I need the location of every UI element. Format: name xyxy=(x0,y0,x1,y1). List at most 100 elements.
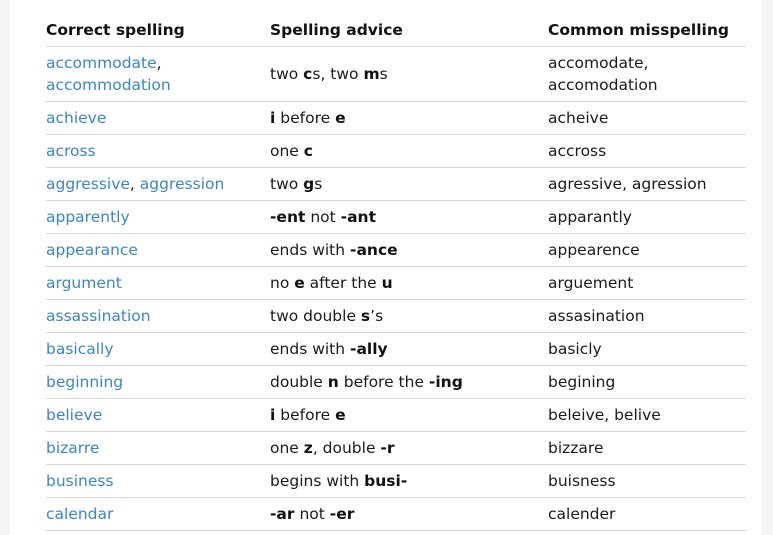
spelling-table: Correct spelling Spelling advice Common … xyxy=(46,0,746,531)
advice-text: ’s xyxy=(370,306,384,325)
table-row: accommodate, accommodation two cs, two ms a… xyxy=(46,46,746,102)
advice-emphasis: -er xyxy=(329,504,355,523)
correct-spelling-cell: believe xyxy=(46,398,270,432)
common-misspelling-cell: bizzare xyxy=(548,431,746,465)
advice-emphasis: -ally xyxy=(350,339,388,358)
correct-spelling-link[interactable]: appearance xyxy=(46,241,138,259)
correct-spelling-link[interactable]: assassination xyxy=(46,307,151,325)
advice-text: two xyxy=(270,64,304,83)
advice-text: , double xyxy=(312,438,381,457)
spelling-advice-cell: begins with busi- xyxy=(270,464,548,498)
correct-spelling-cell: business xyxy=(46,464,270,498)
advice-text: before xyxy=(275,405,336,424)
correct-spelling-cell: argument xyxy=(46,266,270,300)
table-row: achieve i before e acheive xyxy=(46,101,746,135)
spelling-advice-cell: i before e xyxy=(270,398,548,432)
spelling-advice-cell: double n before the -ing xyxy=(270,365,548,399)
correct-spelling-link[interactable]: believe xyxy=(46,406,102,424)
common-misspelling-cell: accomodate, accomodation xyxy=(548,46,746,102)
table-row: bizarre one z, double -r bizzare xyxy=(46,431,746,465)
advice-text: not xyxy=(305,207,341,226)
table-row: calendar -ar not -er calender xyxy=(46,497,746,531)
advice-emphasis: -ant xyxy=(340,207,376,226)
advice-emphasis: -ance xyxy=(350,240,398,259)
correct-spelling-cell: apparently xyxy=(46,200,270,234)
table-row: business begins with busi-buisness xyxy=(46,464,746,498)
advice-text: one xyxy=(270,141,304,160)
common-misspelling-cell: arguement xyxy=(548,266,746,300)
separator: , xyxy=(129,174,135,193)
common-misspelling-cell: accross xyxy=(548,134,746,168)
advice-emphasis: -ar xyxy=(270,504,295,523)
advice-emphasis: -ent xyxy=(270,207,306,226)
common-misspelling-cell: acheive xyxy=(548,101,746,135)
correct-spelling-cell: calendar xyxy=(46,497,270,531)
advice-emphasis: c xyxy=(303,64,313,83)
correct-spelling-link[interactable]: calendar xyxy=(46,505,113,523)
advice-emphasis: e xyxy=(335,405,346,424)
correct-spelling-link[interactable]: achieve xyxy=(46,109,106,127)
header-correct-spelling: Correct spelling xyxy=(46,0,270,47)
spelling-advice-cell: two cs, two ms xyxy=(270,46,548,102)
spelling-advice-cell: one c xyxy=(270,134,548,168)
advice-emphasis: u xyxy=(381,273,393,292)
table-row: across one c accross xyxy=(46,134,746,168)
advice-text: double xyxy=(270,372,328,391)
advice-text: after the xyxy=(304,273,382,292)
advice-emphasis: busi- xyxy=(364,471,408,490)
common-misspelling-cell: calender xyxy=(548,497,746,531)
table-row: beginning double n before the -ing beginin… xyxy=(46,365,746,399)
content-card: Correct spelling Spelling advice Common … xyxy=(10,0,762,535)
correct-spelling-cell: bizarre xyxy=(46,431,270,465)
spelling-advice-cell: i before e xyxy=(270,101,548,135)
advice-text: begins with xyxy=(270,471,365,490)
correct-spelling-link[interactable]: business xyxy=(46,472,114,490)
advice-text: two double xyxy=(270,306,361,325)
page: Correct spelling Spelling advice Common … xyxy=(0,0,773,535)
header-spelling-advice: Spelling advice xyxy=(270,0,548,47)
table-row: argument no e after the u arguement xyxy=(46,266,746,300)
correct-spelling-link[interactable]: across xyxy=(46,142,96,160)
advice-emphasis: c xyxy=(303,141,313,160)
common-misspelling-cell: agressive, agression xyxy=(548,167,746,201)
advice-text: before xyxy=(275,108,336,127)
spelling-advice-cell: no e after the u xyxy=(270,266,548,300)
advice-emphasis: s xyxy=(360,306,371,325)
advice-text: s, two xyxy=(312,64,364,83)
correct-spelling-link[interactable]: aggressive xyxy=(46,175,130,193)
common-misspelling-cell: beleive, belive xyxy=(548,398,746,432)
correct-spelling-cell: basically xyxy=(46,332,270,366)
advice-text: ends with xyxy=(270,240,351,259)
correct-spelling-link[interactable]: apparently xyxy=(46,208,130,226)
advice-emphasis: -ing xyxy=(428,372,463,391)
spelling-advice-cell: ends with -ance xyxy=(270,233,548,267)
advice-emphasis: e xyxy=(335,108,346,127)
correct-spelling-link[interactable]: beginning xyxy=(46,373,123,391)
advice-text: no xyxy=(270,273,295,292)
correct-spelling-link[interactable]: basically xyxy=(46,340,114,358)
spelling-advice-cell: one z, double -r xyxy=(270,431,548,465)
advice-text: before the xyxy=(338,372,429,391)
common-misspelling-cell: assasination xyxy=(548,299,746,333)
correct-spelling-link[interactable]: argument xyxy=(46,274,122,292)
correct-spelling-link[interactable]: aggression xyxy=(140,175,225,193)
advice-emphasis: m xyxy=(363,64,380,83)
correct-spelling-cell: aggressive, aggression xyxy=(46,167,270,201)
correct-spelling-link[interactable]: accommodation xyxy=(46,76,171,94)
correct-spelling-cell: appearance xyxy=(46,233,270,267)
spelling-advice-cell: -ar not -er xyxy=(270,497,548,531)
common-misspelling-cell: buisness xyxy=(548,464,746,498)
advice-emphasis: n xyxy=(327,372,339,391)
common-misspelling-cell: basicly xyxy=(548,332,746,366)
header-common-misspelling: Common misspelling xyxy=(548,0,746,47)
advice-emphasis: g xyxy=(303,174,315,193)
common-misspelling-cell: apparantly xyxy=(548,200,746,234)
correct-spelling-link[interactable]: bizarre xyxy=(46,439,99,457)
advice-emphasis: e xyxy=(294,273,305,292)
advice-text: s xyxy=(314,174,323,193)
table-row: appearance ends with -ance appearence xyxy=(46,233,746,267)
correct-spelling-link[interactable]: accommodate xyxy=(46,54,157,72)
correct-spelling-cell: beginning xyxy=(46,365,270,399)
table-row: basically ends with -ally basicly xyxy=(46,332,746,366)
correct-spelling-cell: assassination xyxy=(46,299,270,333)
